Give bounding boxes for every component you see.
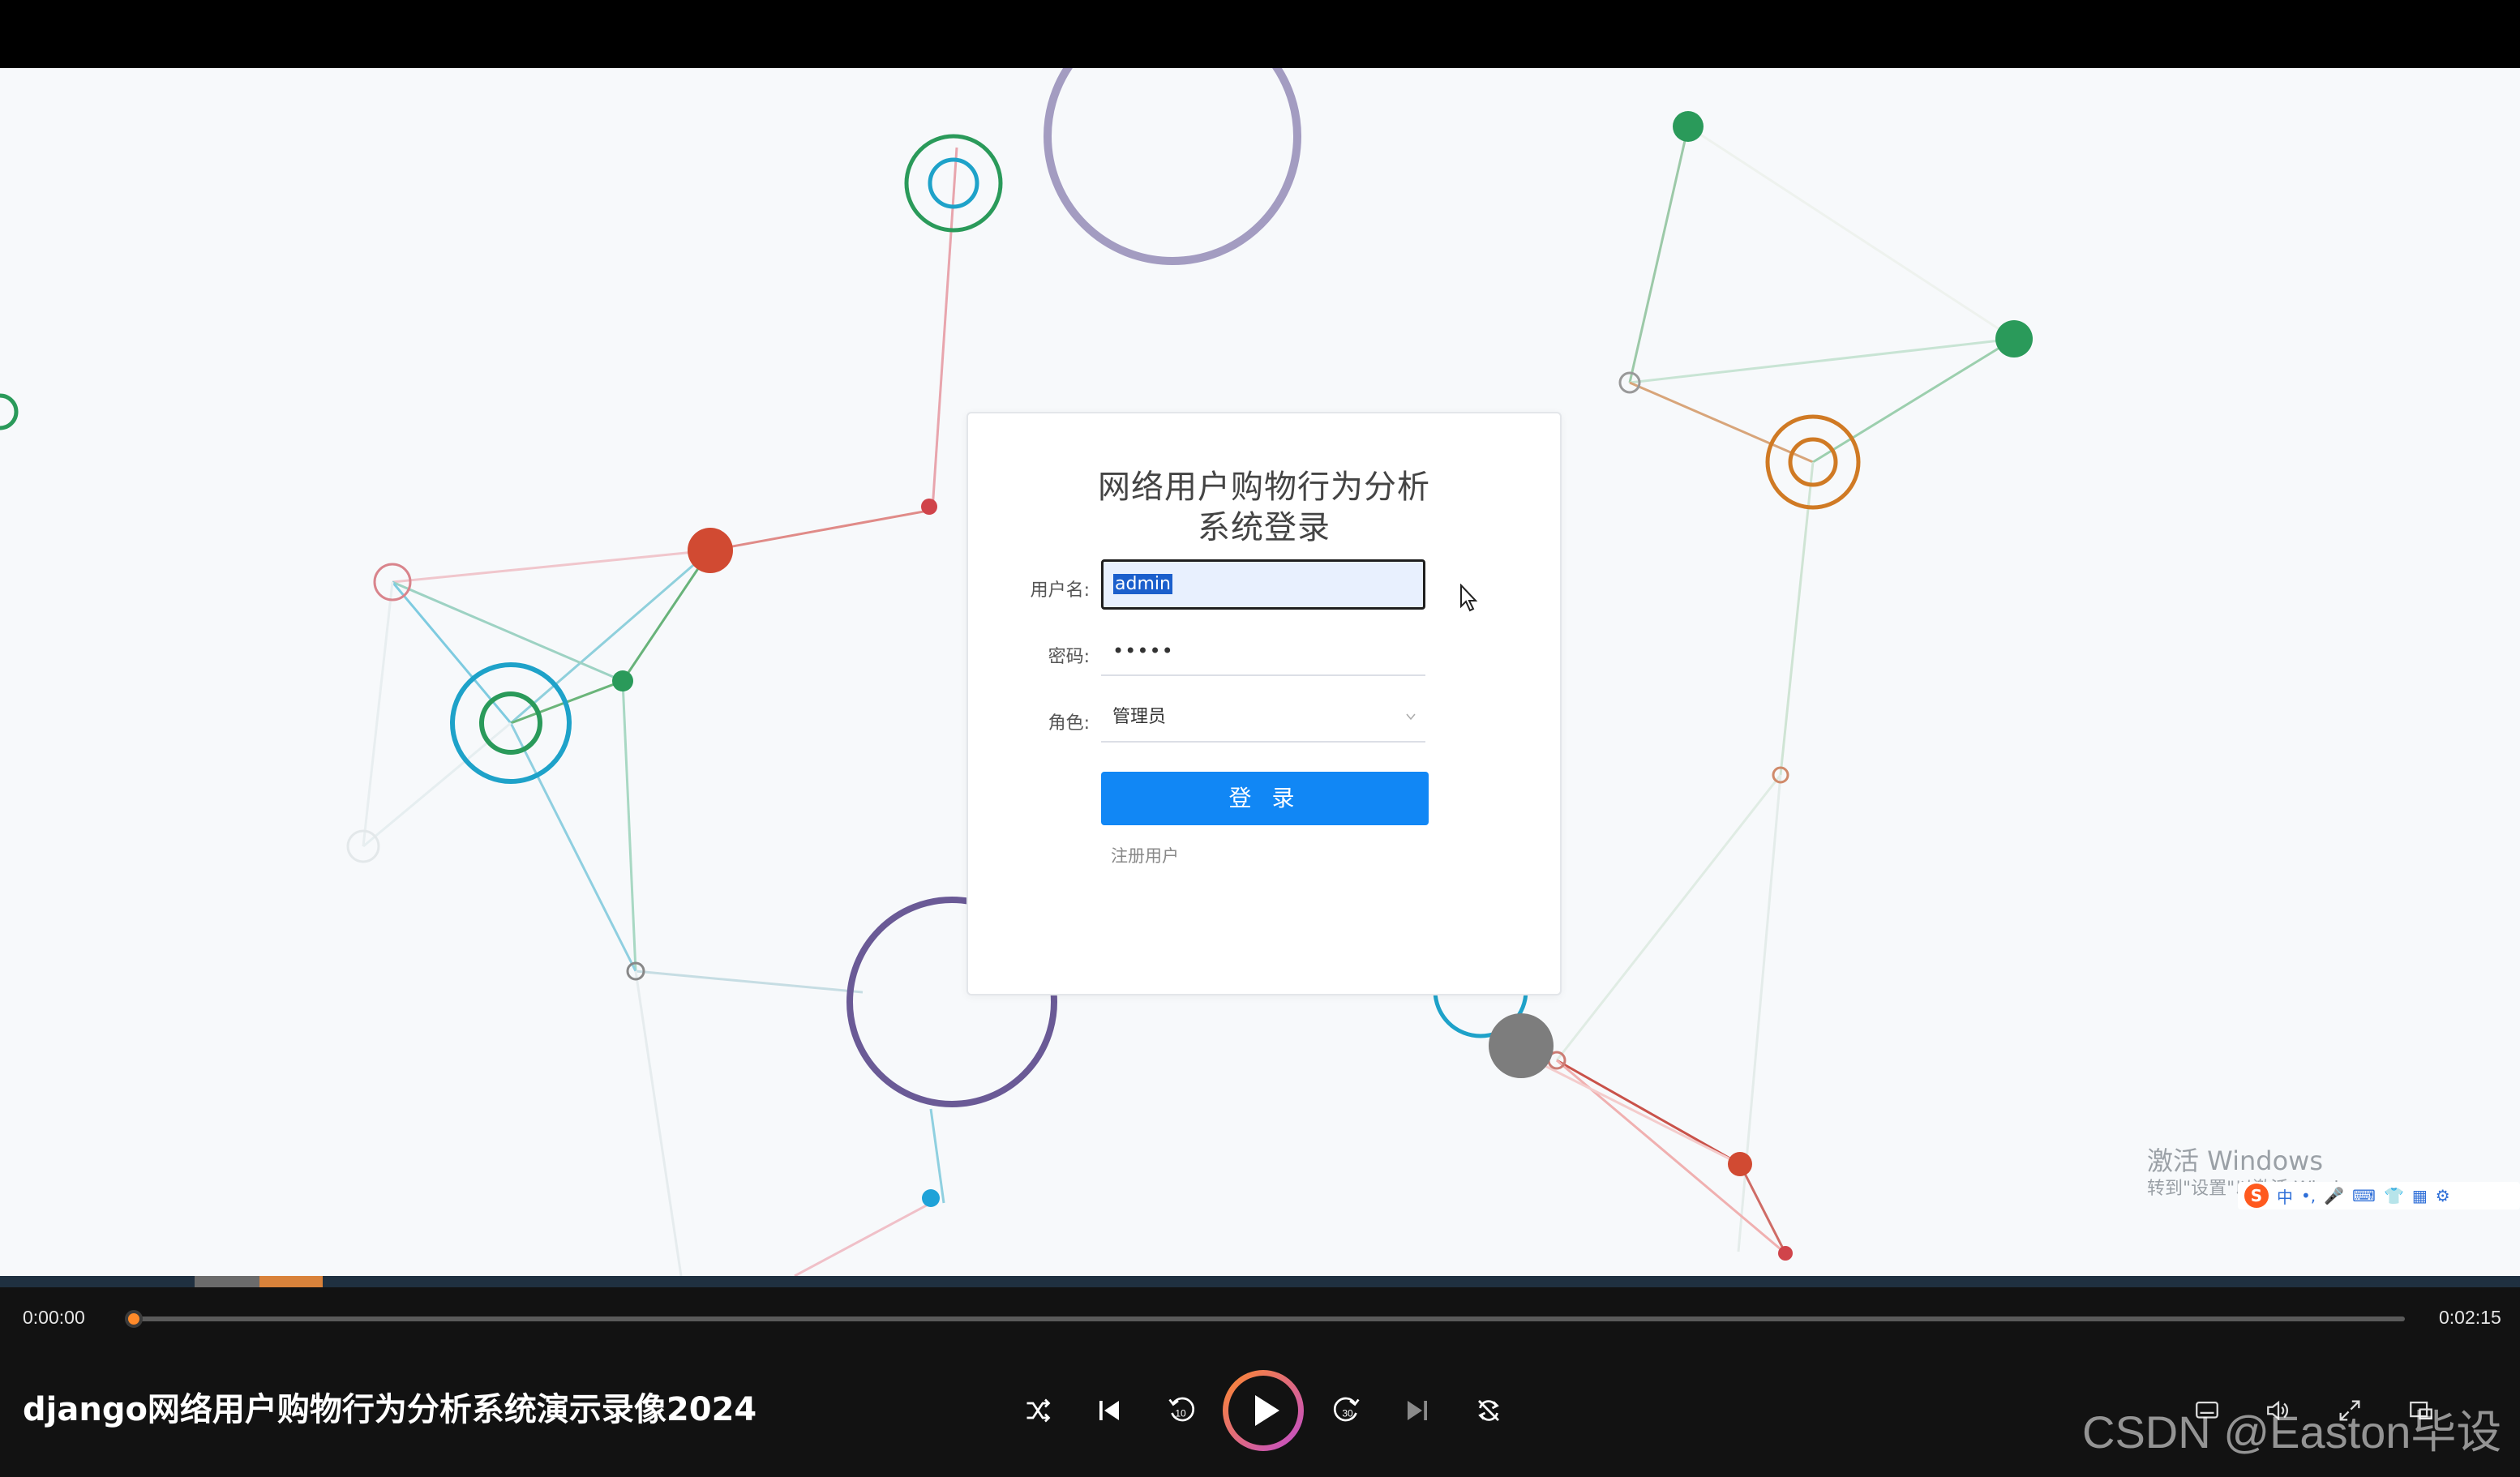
username-input[interactable]: admin (1101, 559, 1425, 610)
total-time: 0:02:15 (2439, 1307, 2501, 1328)
login-title-line1: 网络用户购物行为分析 (1098, 469, 1430, 506)
role-label: 角色: (1048, 713, 1090, 734)
current-time: 0:00:00 (23, 1307, 85, 1328)
role-value: 管理员 (1112, 707, 1167, 727)
toolbox-icon[interactable]: ▦ (2412, 1186, 2428, 1205)
seek-handle[interactable] (125, 1310, 143, 1328)
repeat-button[interactable] (1471, 1393, 1506, 1428)
login-title: 网络用户购物行为分析 系统登录 (968, 467, 1560, 548)
play-icon (1255, 1395, 1279, 1426)
login-card: 网络用户购物行为分析 系统登录 用户名: admin 密码: ••••• 角色:… (966, 412, 1562, 995)
csdn-watermark: CSDN @Easton毕设 (2082, 1406, 2502, 1458)
role-select[interactable]: 管理员 (1101, 692, 1425, 743)
shuffle-button[interactable] (1020, 1393, 1056, 1428)
play-button-inner (1228, 1376, 1298, 1445)
next-icon (1408, 1401, 1427, 1420)
svg-text:10: 10 (1175, 1408, 1186, 1419)
ime-toolbar[interactable]: S 中 •, 🎤 ⌨ 👕 ▦ ⚙ (2238, 1182, 2520, 1209)
chapter-strip (0, 1276, 2520, 1287)
previous-button[interactable] (1091, 1393, 1127, 1428)
mouse-cursor-icon (1460, 584, 1478, 612)
rewind-10-button[interactable]: 10 (1163, 1393, 1198, 1428)
shuffle-icon (1026, 1398, 1051, 1423)
repeat-icon (1478, 1400, 1499, 1421)
chevron-down-icon (1406, 713, 1416, 721)
register-link[interactable]: 注册用户 (1111, 843, 1179, 867)
video-player-controls: 0:00:00 0:02:15 django网络用户购物行为分析系统演示录像20… (0, 1287, 2520, 1477)
forward-30-icon: 30 (1333, 1397, 1360, 1422)
chapter-marker (195, 1276, 259, 1287)
settings-icon[interactable]: ⚙ (2436, 1186, 2450, 1205)
play-button[interactable] (1223, 1370, 1304, 1451)
punctuation-icon[interactable]: •, (2301, 1186, 2316, 1205)
skin-icon[interactable]: 👕 (2384, 1186, 2404, 1205)
ime-mode[interactable]: 中 (2277, 1184, 2293, 1208)
svg-text:30: 30 (1342, 1408, 1353, 1419)
username-label: 用户名: (1030, 580, 1090, 601)
chapter-marker-active (259, 1276, 323, 1287)
keyboard-icon[interactable]: ⌨ (2352, 1186, 2376, 1205)
sogou-logo-icon[interactable]: S (2244, 1184, 2269, 1208)
next-button[interactable] (1399, 1393, 1435, 1428)
login-title-line2: 系统登录 (1198, 509, 1331, 546)
microphone-icon[interactable]: 🎤 (2324, 1186, 2344, 1205)
seek-bar[interactable] (138, 1316, 2405, 1321)
previous-icon (1099, 1401, 1119, 1420)
video-frame: 网络用户购物行为分析 系统登录 用户名: admin 密码: ••••• 角色:… (0, 68, 2520, 1276)
video-title: django网络用户购物行为分析系统演示录像2024 (23, 1391, 757, 1428)
login-button[interactable]: 登 录 (1101, 772, 1429, 825)
forward-30-button[interactable]: 30 (1330, 1393, 1365, 1428)
password-input[interactable]: ••••• (1101, 626, 1425, 676)
username-value: admin (1113, 574, 1172, 594)
password-label: 密码: (1048, 647, 1090, 667)
watermark-title: 激活 Windows (2147, 1145, 2324, 1176)
rewind-10-icon: 10 (1168, 1397, 1195, 1422)
